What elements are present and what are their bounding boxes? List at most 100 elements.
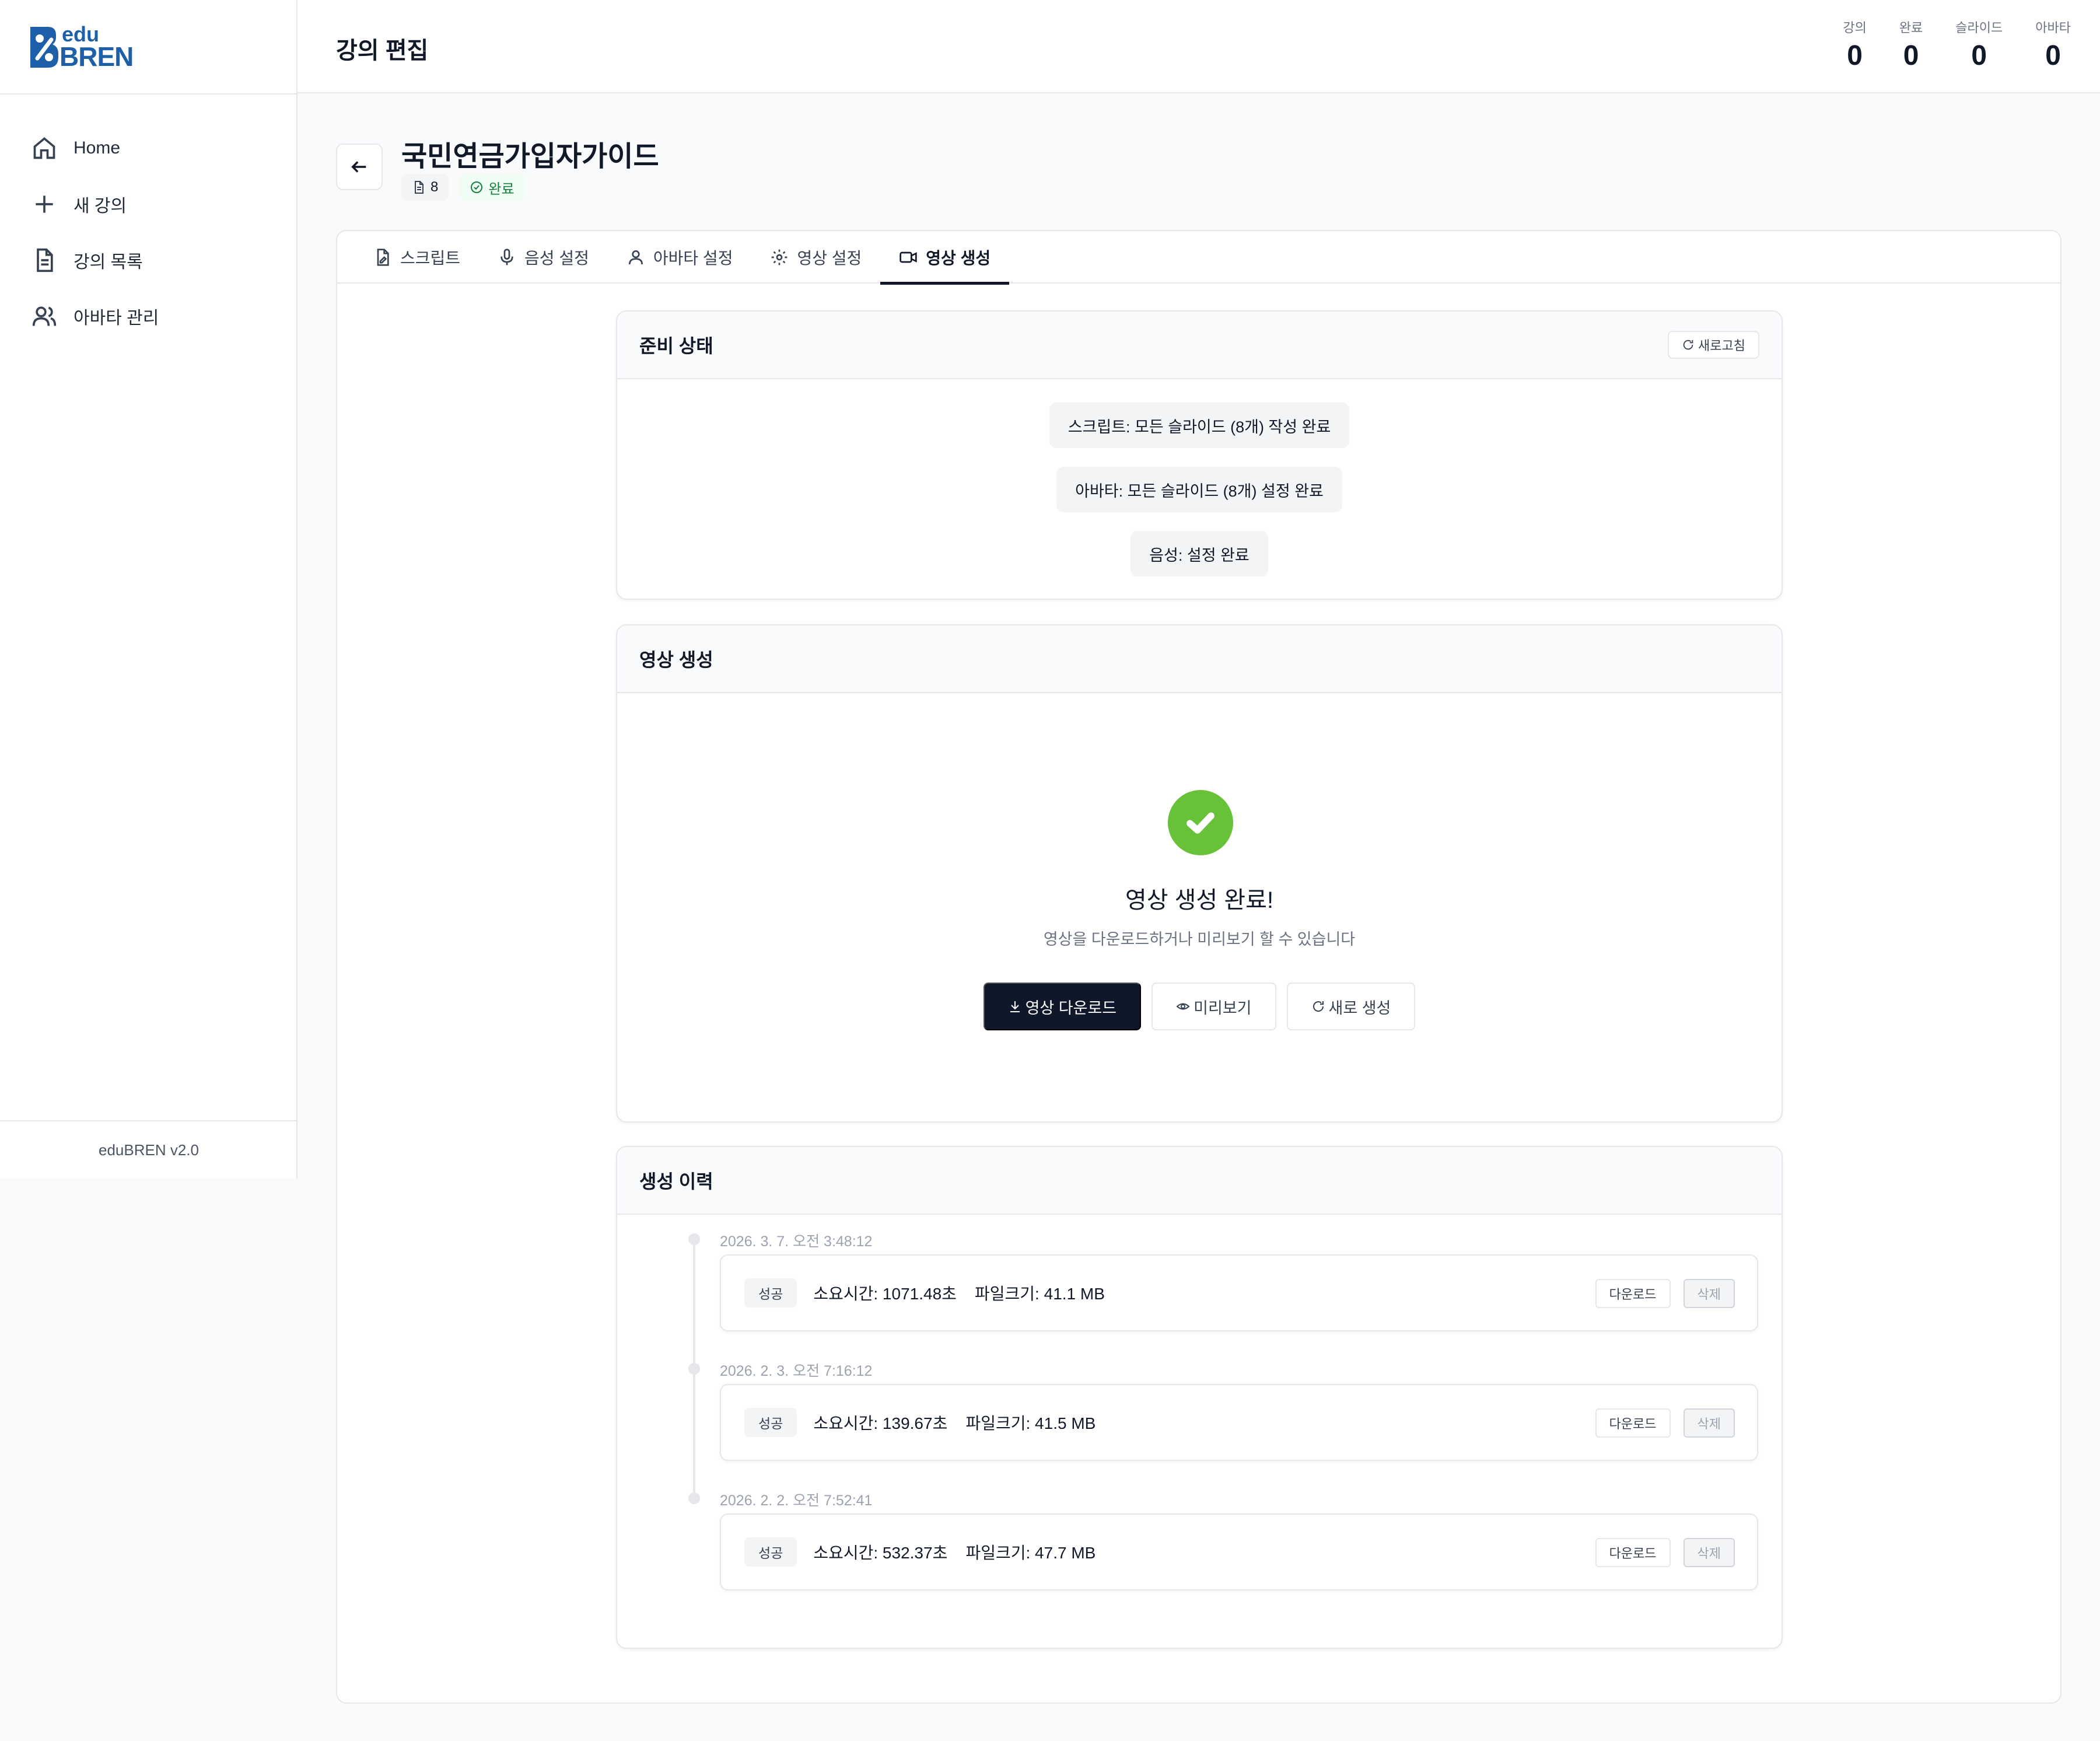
eye-icon <box>1176 1003 1190 1010</box>
stat-completed: 완료 0 <box>1899 18 1923 72</box>
regenerate-button[interactable]: 새로 생성 <box>1286 983 1416 1030</box>
plus-icon <box>36 195 53 213</box>
entry-actions: 다운로드 삭제 <box>1595 1279 1735 1308</box>
video-icon <box>900 251 917 263</box>
sidebar-item-avatar-manage[interactable]: 아바타 관리 <box>0 288 298 344</box>
panel-title: 생성 이력 <box>639 1171 713 1192</box>
sidebar-item-lecture-list[interactable]: 강의 목록 <box>0 232 298 288</box>
tab-label: 스크립트 <box>400 249 461 267</box>
delete-button[interactable]: 삭제 <box>1683 1408 1735 1438</box>
entry-actions: 다운로드 삭제 <box>1595 1408 1735 1438</box>
slide-count: 8 <box>430 179 439 195</box>
stats-summary: 강의 0 완료 0 슬라이드 0 아바타 0 <box>1843 18 2071 72</box>
tab-label: 영상 설정 <box>797 249 862 267</box>
status-badge: 완료 <box>459 174 525 201</box>
divider <box>0 93 298 95</box>
page-title: 강의 편집 <box>336 38 429 64</box>
preview-button[interactable]: 미리보기 <box>1152 983 1276 1030</box>
stat-value: 0 <box>2045 40 2061 71</box>
generation-complete: 영상 생성 완료! 영상을 다운로드하거나 미리보기 할 수 있습니다 영상 다… <box>617 693 1782 1121</box>
status-text: 완료 <box>488 181 514 197</box>
timeline-dot <box>688 1233 700 1245</box>
tab-video-settings[interactable]: 영상 설정 <box>751 231 880 284</box>
refresh-label: 새로고침 <box>1698 338 1745 353</box>
history-entry-card: 성공 소요시간: 532.37초 파일크기: 47.7 MB 다운로드 삭제 <box>720 1513 1758 1590</box>
check-circle-icon <box>471 181 483 193</box>
entry-timestamp: 2026. 3. 7. 오전 3:48:12 <box>720 1233 873 1250</box>
panel-header: 준비 상태 새로고침 <box>617 312 1782 379</box>
download-button[interactable]: 다운로드 <box>1595 1279 1671 1308</box>
panel-header: 영상 생성 <box>617 625 1782 693</box>
stat-value: 0 <box>1971 40 1987 71</box>
script-edit-icon <box>377 249 389 266</box>
sidebar-item-home[interactable]: Home <box>0 120 298 176</box>
generation-history-panel: 생성 이력 2026. 3. 7. 오전 3:48:12 성공 소요시간: 10… <box>616 1146 1783 1649</box>
readiness-panel: 준비 상태 새로고침 스크립트: 모든 슬라이드 (8개) 작성 완료 아바타:… <box>616 310 1783 600</box>
stat-value: 0 <box>1847 40 1863 71</box>
panel-header: 생성 이력 <box>617 1147 1782 1215</box>
tab-label: 영상 생성 <box>926 249 991 267</box>
entry-actions: 다운로드 삭제 <box>1595 1538 1735 1567</box>
delete-button[interactable]: 삭제 <box>1683 1538 1735 1567</box>
status-badge: 성공 <box>744 1537 797 1567</box>
tab-bar: 스크립트 음성 설정 아바타 설정 영상 설정 영상 생성 <box>337 231 2060 285</box>
main-content: 국민연금가입자가이드 8 완료 스크립트 음성 설정 아바타 설정 영상 설정 … <box>298 93 2100 1741</box>
sidebar-bottom-area <box>0 1179 298 1741</box>
tab-avatar-settings[interactable]: 아바타 설정 <box>608 231 752 284</box>
button-label: 새로 생성 <box>1328 999 1391 1017</box>
refresh-button[interactable]: 새로고침 <box>1668 331 1759 359</box>
delete-button[interactable]: 삭제 <box>1683 1279 1735 1308</box>
lecture-meta: 8 완료 <box>401 174 525 201</box>
button-label: 영상 다운로드 <box>1025 999 1117 1017</box>
readiness-item-script: 스크립트: 모든 슬라이드 (8개) 작성 완료 <box>1049 403 1350 448</box>
stat-label: 완료 <box>1899 20 1923 35</box>
tab-label: 아바타 설정 <box>653 249 733 267</box>
stat-label: 아바타 <box>2035 20 2071 35</box>
user-icon <box>628 250 643 265</box>
tab-video-generation[interactable]: 영상 생성 <box>880 231 1009 285</box>
document-icon <box>415 181 424 194</box>
panel-title: 영상 생성 <box>639 649 713 670</box>
stat-label: 슬라이드 <box>1955 20 2003 35</box>
back-button[interactable] <box>336 144 383 190</box>
editor-card: 스크립트 음성 설정 아바타 설정 영상 설정 영상 생성 준비 상태 새로고침… <box>336 230 2062 1704</box>
version-label: eduBREN v2.0 <box>0 1120 298 1179</box>
sidebar-nav: Home 새 강의 강의 목록 아바타 관리 <box>0 120 298 344</box>
completion-actions: 영상 다운로드 미리보기 새로 생성 <box>617 983 1782 1030</box>
tab-voice-settings[interactable]: 음성 설정 <box>479 231 608 284</box>
video-generation-panel: 영상 생성 영상 생성 완료! 영상을 다운로드하거나 미리보기 할 수 있습니… <box>616 624 1783 1123</box>
arrow-left-icon <box>351 161 366 173</box>
stat-slides: 슬라이드 0 <box>1955 18 2003 72</box>
download-icon <box>1010 1001 1020 1012</box>
sidebar: edu BREN Home 새 강의 강의 목록 아바타 관리 eduBREN … <box>0 0 298 1179</box>
download-button[interactable]: 다운로드 <box>1595 1538 1671 1567</box>
history-timeline: 2026. 3. 7. 오전 3:48:12 성공 소요시간: 1071.48초… <box>617 1215 1782 1648</box>
check-icon <box>1186 812 1214 834</box>
tab-script[interactable]: 스크립트 <box>355 231 479 284</box>
history-entry-card: 성공 소요시간: 1071.48초 파일크기: 41.1 MB 다운로드 삭제 <box>720 1254 1758 1331</box>
download-button[interactable]: 다운로드 <box>1595 1408 1671 1438</box>
sidebar-item-label: 아바타 관리 <box>74 309 159 328</box>
readiness-item-voice: 음성: 설정 완료 <box>1130 531 1268 576</box>
button-label: 미리보기 <box>1194 999 1252 1017</box>
logo[interactable]: edu BREN <box>27 22 144 72</box>
sidebar-item-label: 새 강의 <box>74 197 127 216</box>
completion-subtitle: 영상을 다운로드하거나 미리보기 할 수 있습니다 <box>1043 931 1356 948</box>
sidebar-item-label: 강의 목록 <box>74 253 143 272</box>
entry-timestamp: 2026. 2. 3. 오전 7:16:12 <box>720 1363 873 1379</box>
timeline-dot <box>688 1492 700 1504</box>
download-video-button[interactable]: 영상 다운로드 <box>983 983 1142 1030</box>
entry-details: 소요시간: 139.67초 파일크기: 41.5 MB <box>813 1414 1096 1432</box>
users-icon <box>32 306 57 326</box>
stat-avatars: 아바타 0 <box>2035 18 2071 72</box>
home-icon <box>33 137 55 159</box>
slide-count-badge: 8 <box>401 174 449 201</box>
logo-bottom-text: BREN <box>60 41 134 72</box>
readiness-item-avatar: 아바타: 모든 슬라이드 (8개) 설정 완료 <box>1056 467 1342 512</box>
timeline-dot <box>688 1363 700 1375</box>
status-badge: 성공 <box>744 1408 797 1437</box>
sidebar-item-new-lecture[interactable]: 새 강의 <box>0 176 298 232</box>
stat-lectures: 강의 0 <box>1843 18 1866 72</box>
history-entry-card: 성공 소요시간: 139.67초 파일크기: 41.5 MB 다운로드 삭제 <box>720 1384 1758 1461</box>
refresh-icon <box>1683 340 1693 350</box>
